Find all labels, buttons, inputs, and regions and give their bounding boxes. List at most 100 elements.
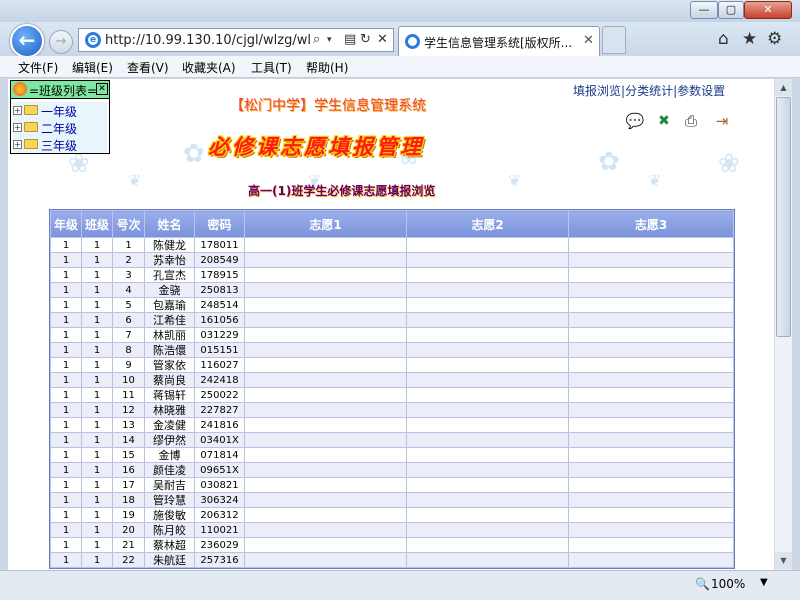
cell-choice-2[interactable]	[406, 507, 569, 523]
cell-choice-2[interactable]	[406, 342, 569, 358]
cell-choice-3[interactable]	[568, 507, 734, 523]
search-dropdown-icon[interactable]: ▾	[327, 35, 332, 45]
compat-view-icon[interactable]: ▤	[344, 32, 356, 47]
link-fill-browse[interactable]: 填报浏览	[573, 84, 621, 98]
cell-choice-1[interactable]	[244, 237, 407, 253]
menu-view[interactable]: 查看(V)	[127, 59, 169, 76]
cell-choice-3[interactable]	[568, 387, 734, 403]
cell-choice-1[interactable]	[244, 372, 407, 388]
cell-choice-2[interactable]	[406, 537, 569, 553]
cell-choice-2[interactable]	[406, 387, 569, 403]
cell-choice-3[interactable]	[568, 402, 734, 418]
cell-choice-2[interactable]	[406, 417, 569, 433]
cell-choice-3[interactable]	[568, 462, 734, 478]
cell-choice-1[interactable]	[244, 282, 407, 298]
scroll-thumb[interactable]	[776, 97, 791, 337]
home-icon[interactable]: ⌂	[718, 29, 729, 49]
back-button[interactable]: ←	[10, 24, 44, 58]
cell-choice-3[interactable]	[568, 312, 734, 328]
link-parameter-settings[interactable]: 参数设置	[677, 84, 725, 98]
favorites-star-icon[interactable]: ★	[742, 29, 757, 49]
menu-help[interactable]: 帮助(H)	[306, 59, 348, 76]
cell-choice-1[interactable]	[244, 447, 407, 463]
cell-choice-3[interactable]	[568, 357, 734, 373]
cell-choice-2[interactable]	[406, 267, 569, 283]
search-icon[interactable]: ⌕	[313, 32, 320, 47]
tree-node-grade-2[interactable]: + 二年级	[13, 119, 107, 136]
link-category-stats[interactable]: 分类统计	[625, 84, 673, 98]
cell-choice-1[interactable]	[244, 252, 407, 268]
cell-choice-2[interactable]	[406, 327, 569, 343]
vertical-scrollbar[interactable]: ▲ ▼	[774, 79, 792, 570]
cell-choice-3[interactable]	[568, 537, 734, 553]
menu-file[interactable]: 文件(F)	[18, 59, 58, 76]
new-tab-button[interactable]	[602, 26, 626, 54]
cell-choice-1[interactable]	[244, 507, 407, 523]
cell-choice-2[interactable]	[406, 447, 569, 463]
tab-close-icon[interactable]: ✕	[583, 33, 594, 48]
cell-choice-1[interactable]	[244, 477, 407, 493]
cell-choice-2[interactable]	[406, 402, 569, 418]
maximize-button[interactable]: ▢	[718, 1, 744, 19]
cell-choice-3[interactable]	[568, 342, 734, 358]
cell-choice-1[interactable]	[244, 417, 407, 433]
zoom-dropdown-icon[interactable]: ▼	[760, 577, 768, 588]
url-text[interactable]: http://10.99.130.10/cjgl/wlzg/wlzg_l	[105, 33, 310, 48]
cell-choice-1[interactable]	[244, 522, 407, 538]
cell-choice-1[interactable]	[244, 342, 407, 358]
close-window-button[interactable]: ✕	[744, 1, 792, 19]
scroll-up-arrow-icon[interactable]: ▲	[775, 79, 792, 96]
menu-edit[interactable]: 编辑(E)	[72, 59, 113, 76]
cell-choice-3[interactable]	[568, 327, 734, 343]
cell-choice-3[interactable]	[568, 297, 734, 313]
cell-choice-3[interactable]	[568, 552, 734, 568]
tree-node-grade-3[interactable]: + 三年级	[13, 136, 107, 153]
cell-choice-1[interactable]	[244, 432, 407, 448]
tree-node-grade-1[interactable]: + 一年级	[13, 102, 107, 119]
cell-choice-3[interactable]	[568, 492, 734, 508]
refresh-icon[interactable]: ↻	[360, 32, 371, 47]
expand-plus-icon[interactable]: +	[13, 106, 22, 115]
cell-choice-2[interactable]	[406, 282, 569, 298]
cell-choice-3[interactable]	[568, 282, 734, 298]
cell-choice-2[interactable]	[406, 237, 569, 253]
cell-choice-1[interactable]	[244, 492, 407, 508]
cell-choice-2[interactable]	[406, 312, 569, 328]
expand-plus-icon[interactable]: +	[13, 123, 22, 132]
cell-choice-1[interactable]	[244, 537, 407, 553]
cell-choice-1[interactable]	[244, 552, 407, 568]
tree-node-label[interactable]: 三年级	[41, 137, 77, 154]
expand-plus-icon[interactable]: +	[13, 140, 22, 149]
cell-choice-2[interactable]	[406, 492, 569, 508]
scroll-down-arrow-icon[interactable]: ▼	[775, 552, 792, 569]
cell-choice-1[interactable]	[244, 402, 407, 418]
menu-favorites[interactable]: 收藏夹(A)	[182, 59, 236, 76]
address-bar[interactable]: e http://10.99.130.10/cjgl/wlzg/wlzg_l ⌕…	[78, 28, 394, 52]
browser-tab[interactable]: 学生信息管理系统[版权所... ✕	[398, 26, 600, 56]
cell-choice-2[interactable]	[406, 552, 569, 568]
cell-choice-2[interactable]	[406, 297, 569, 313]
cell-choice-3[interactable]	[568, 447, 734, 463]
cell-choice-3[interactable]	[568, 252, 734, 268]
cell-choice-2[interactable]	[406, 252, 569, 268]
cell-choice-1[interactable]	[244, 267, 407, 283]
cell-choice-1[interactable]	[244, 327, 407, 343]
cell-choice-3[interactable]	[568, 477, 734, 493]
cell-choice-3[interactable]	[568, 432, 734, 448]
tree-node-label[interactable]: 二年级	[41, 120, 77, 137]
cell-choice-3[interactable]	[568, 522, 734, 538]
exit-icon[interactable]: ⇥	[712, 112, 732, 130]
close-icon[interactable]: ✕	[96, 83, 108, 95]
minimize-button[interactable]: —	[690, 1, 718, 19]
cell-choice-2[interactable]	[406, 357, 569, 373]
comment-icon[interactable]: 💬	[625, 112, 645, 130]
cell-choice-3[interactable]	[568, 237, 734, 253]
cell-choice-1[interactable]	[244, 462, 407, 478]
cell-choice-2[interactable]	[406, 462, 569, 478]
stop-icon[interactable]: ✕	[377, 32, 388, 47]
print-icon[interactable]: ⎙	[681, 112, 701, 130]
cell-choice-1[interactable]	[244, 297, 407, 313]
cell-choice-3[interactable]	[568, 372, 734, 388]
cell-choice-2[interactable]	[406, 477, 569, 493]
zoom-icon[interactable]: 🔍	[695, 577, 710, 591]
